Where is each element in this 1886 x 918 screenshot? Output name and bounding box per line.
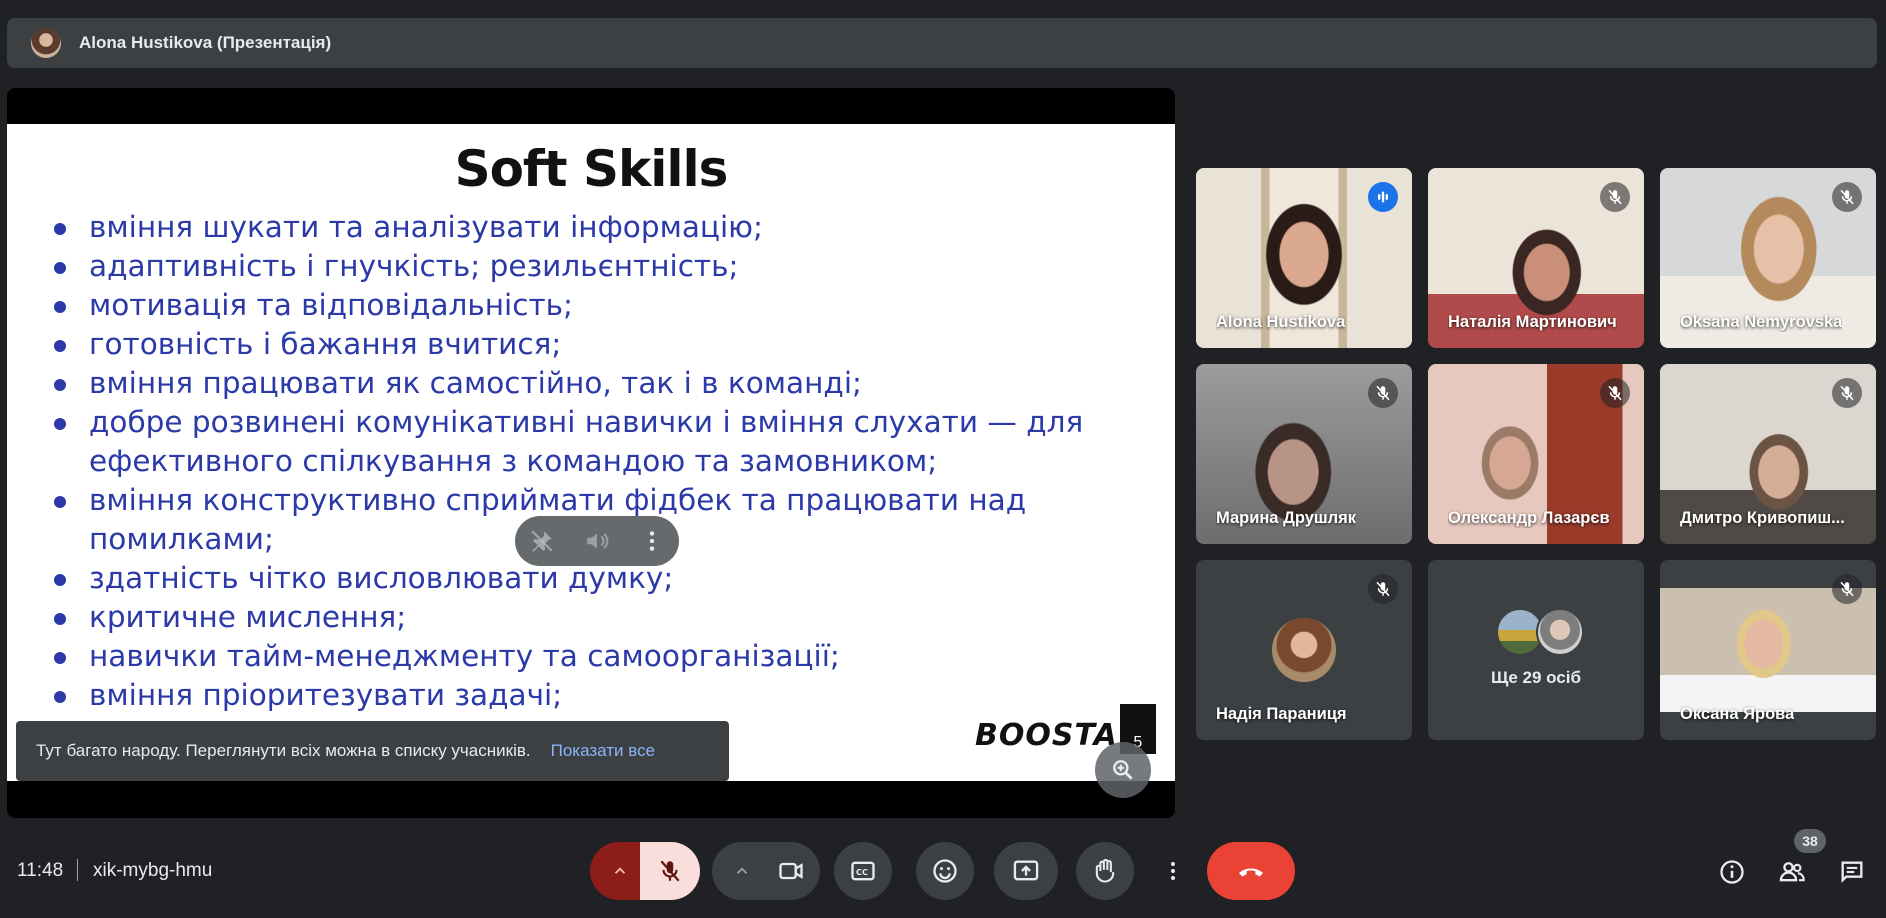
captions-button[interactable]: CC: [834, 842, 892, 900]
closed-captions-icon: CC: [851, 861, 875, 881]
participant-name: Надія Параниця: [1216, 705, 1347, 723]
participant-name: Дмитро Кривопиш...: [1680, 509, 1845, 527]
more-participants-label: Ще 29 осіб: [1491, 668, 1581, 687]
chat-button[interactable]: [1832, 852, 1872, 892]
more-options-button[interactable]: [1156, 842, 1190, 900]
brand-logo-text: BOOSTA: [975, 718, 1118, 753]
divider: [77, 859, 78, 881]
clock: 11:48: [17, 860, 64, 881]
presenter-bar: Alona Hustikova (Презентація): [7, 18, 1877, 68]
bullet-item: мотивація та відповідальність;: [47, 286, 1157, 325]
present-screen-button[interactable]: [994, 842, 1058, 900]
mic-off-icon: [1600, 378, 1630, 408]
info-icon: [1720, 860, 1744, 884]
slide-title: Soft Skills: [454, 140, 729, 198]
toast-message: Тут багато народу. Переглянути всіх можн…: [36, 741, 531, 760]
call-end-icon: [1239, 868, 1263, 877]
bullet-item: критичне мислення;: [47, 598, 1157, 637]
participant-tile[interactable]: Дмитро Кривопиш...: [1660, 364, 1876, 544]
participant-tile[interactable]: Oksana Nemyrovska: [1660, 168, 1876, 348]
chevron-up-icon: [614, 867, 626, 874]
presentation-hover-controls: [515, 516, 679, 566]
participant-name: Oksana Nemyrovska: [1680, 313, 1843, 331]
more-participants-tile[interactable]: Ще 29 осіб: [1428, 560, 1644, 740]
more-vert-icon[interactable]: [636, 525, 668, 557]
mic-off-icon: [660, 860, 680, 882]
zoom-in-icon: [1113, 760, 1133, 780]
reactions-button[interactable]: [916, 842, 974, 900]
more-vert-icon: [1171, 862, 1175, 880]
mic-off-icon: [1832, 574, 1862, 604]
pin-off-icon[interactable]: [526, 525, 558, 557]
speaking-indicator-icon: [1368, 182, 1398, 212]
presenter-title: Alona Hustikova (Презентація): [79, 33, 332, 52]
participant-tile[interactable]: Наталія Мартинович: [1428, 168, 1644, 348]
show-all-button[interactable]: Показати все: [551, 741, 655, 761]
meeting-code: xik-mybg-hmu: [93, 860, 213, 881]
camera-toggle-button[interactable]: [762, 842, 820, 900]
bullet-item: готовність і бажання вчитися;: [47, 325, 1157, 364]
participant-avatar: [1536, 608, 1584, 656]
participant-tile[interactable]: Надія Параниця: [1196, 560, 1412, 740]
mic-off-icon: [1368, 574, 1398, 604]
leave-call-button[interactable]: [1207, 842, 1295, 900]
bullet-item: вміння працювати як самостійно, так і в …: [47, 364, 1157, 403]
videocam-icon: [779, 862, 803, 880]
people-button[interactable]: [1772, 852, 1812, 892]
emoji-icon: [933, 859, 957, 883]
raise-hand-icon: [1095, 858, 1115, 883]
bullet-item: вміння шукати та аналізувати інформацію;: [47, 208, 1157, 247]
volume-icon[interactable]: [581, 525, 613, 557]
bullet-item: навички тайм-менеджменту та самоорганіза…: [47, 637, 1157, 676]
participant-avatar: [1272, 618, 1336, 682]
mic-off-icon: [1600, 182, 1630, 212]
meeting-details-button[interactable]: [1712, 852, 1752, 892]
people-icon: [1779, 862, 1805, 882]
bullet-item: адаптивність і гнучкість; резильєнтність…: [47, 247, 1157, 286]
meet-window: Alona Hustikova (Презентація) Soft Skill…: [0, 0, 1886, 918]
zoom-button[interactable]: [1095, 742, 1151, 798]
participant-video: [1660, 588, 1876, 712]
chevron-up-icon: [736, 867, 748, 874]
more-participants-avatars: [1496, 608, 1584, 656]
participant-name: Марина Друшляк: [1216, 509, 1356, 527]
svg-text:CC: CC: [856, 867, 868, 877]
slide-bullets: вміння шукати та аналізувати інформацію;…: [47, 208, 1157, 715]
crowd-toast: Тут багато народу. Переглянути всіх можн…: [16, 721, 729, 781]
mic-off-icon: [1832, 378, 1862, 408]
participant-tile[interactable]: Оксана Ярова: [1660, 560, 1876, 740]
present-screen-icon: [1013, 860, 1039, 881]
participant-tile[interactable]: Олександр Лазарєв: [1428, 364, 1644, 544]
presentation-stage[interactable]: Soft Skills вміння шукати та аналізувати…: [7, 88, 1175, 818]
participant-name: Оксана Ярова: [1680, 705, 1795, 723]
participant-name: Alona Hustikova: [1216, 313, 1346, 331]
participant-tile[interactable]: Alona Hustikova: [1196, 168, 1412, 348]
people-count-badge: 38: [1794, 829, 1826, 853]
mic-off-icon: [1832, 182, 1862, 212]
raise-hand-button[interactable]: [1076, 842, 1134, 900]
chat-icon: [1841, 861, 1863, 883]
participant-tile[interactable]: Марина Друшляк: [1196, 364, 1412, 544]
presenter-avatar: [31, 28, 61, 58]
mic-off-icon: [1368, 378, 1398, 408]
mic-toggle-button[interactable]: [640, 842, 700, 900]
slide: Soft Skills вміння шукати та аналізувати…: [7, 124, 1175, 781]
participant-name: Олександр Лазарєв: [1448, 509, 1610, 527]
bullet-item: добре розвинені комунікативні навички і …: [47, 403, 1157, 481]
participant-name: Наталія Мартинович: [1448, 313, 1617, 331]
